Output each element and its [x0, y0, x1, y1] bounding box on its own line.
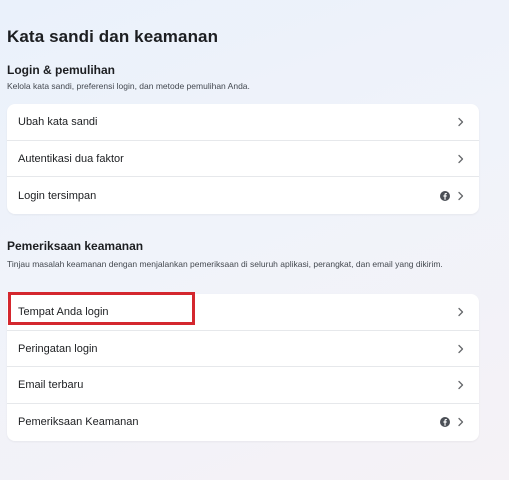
- login-section-description: Kelola kata sandi, preferensi login, dan…: [7, 81, 250, 91]
- chevron-right-icon: [458, 191, 464, 200]
- recent-emails-item[interactable]: Email terbaru: [7, 367, 479, 405]
- change-password-item[interactable]: Ubah kata sandi: [7, 104, 479, 141]
- security-check-section-title: Pemeriksaan keamanan: [7, 239, 144, 253]
- login-alerts-label: Peringatan login: [18, 342, 98, 355]
- chevron-right-icon: [458, 418, 464, 427]
- facebook-icon: [440, 417, 450, 428]
- two-factor-auth-label: Autentikasi dua faktor: [18, 152, 124, 165]
- two-factor-auth-item[interactable]: Autentikasi dua faktor: [7, 141, 479, 178]
- login-alerts-item[interactable]: Peringatan login: [7, 331, 479, 368]
- change-password-label: Ubah kata sandi: [18, 115, 98, 128]
- chevron-right-icon: [458, 381, 464, 390]
- saved-login-label: Login tersimpan: [18, 189, 97, 202]
- login-section-title: Login & pemulihan: [7, 63, 115, 77]
- page-title: Kata sandi dan keamanan: [7, 27, 219, 46]
- chevron-right-icon: [458, 344, 464, 353]
- security-check-section-description: Tinjau masalah keamanan dengan menjalank…: [7, 259, 443, 269]
- login-recovery-card: Ubah kata sandi Autentikasi dua faktor L…: [7, 104, 479, 215]
- security-checkup-item[interactable]: Pemeriksaan Keamanan: [7, 404, 479, 441]
- security-check-card: Tempat Anda login Peringatan login Email…: [7, 294, 479, 441]
- recent-emails-label: Email terbaru: [18, 379, 84, 392]
- saved-login-item[interactable]: Login tersimpan: [7, 177, 479, 214]
- chevron-right-icon: [458, 117, 464, 126]
- chevron-right-icon: [458, 307, 464, 316]
- security-checkup-label: Pemeriksaan Keamanan: [18, 416, 139, 429]
- facebook-icon: [440, 190, 450, 201]
- where-you-logged-in-label: Tempat Anda login: [18, 305, 109, 318]
- where-you-logged-in-item[interactable]: Tempat Anda login: [7, 294, 479, 331]
- chevron-right-icon: [458, 154, 464, 163]
